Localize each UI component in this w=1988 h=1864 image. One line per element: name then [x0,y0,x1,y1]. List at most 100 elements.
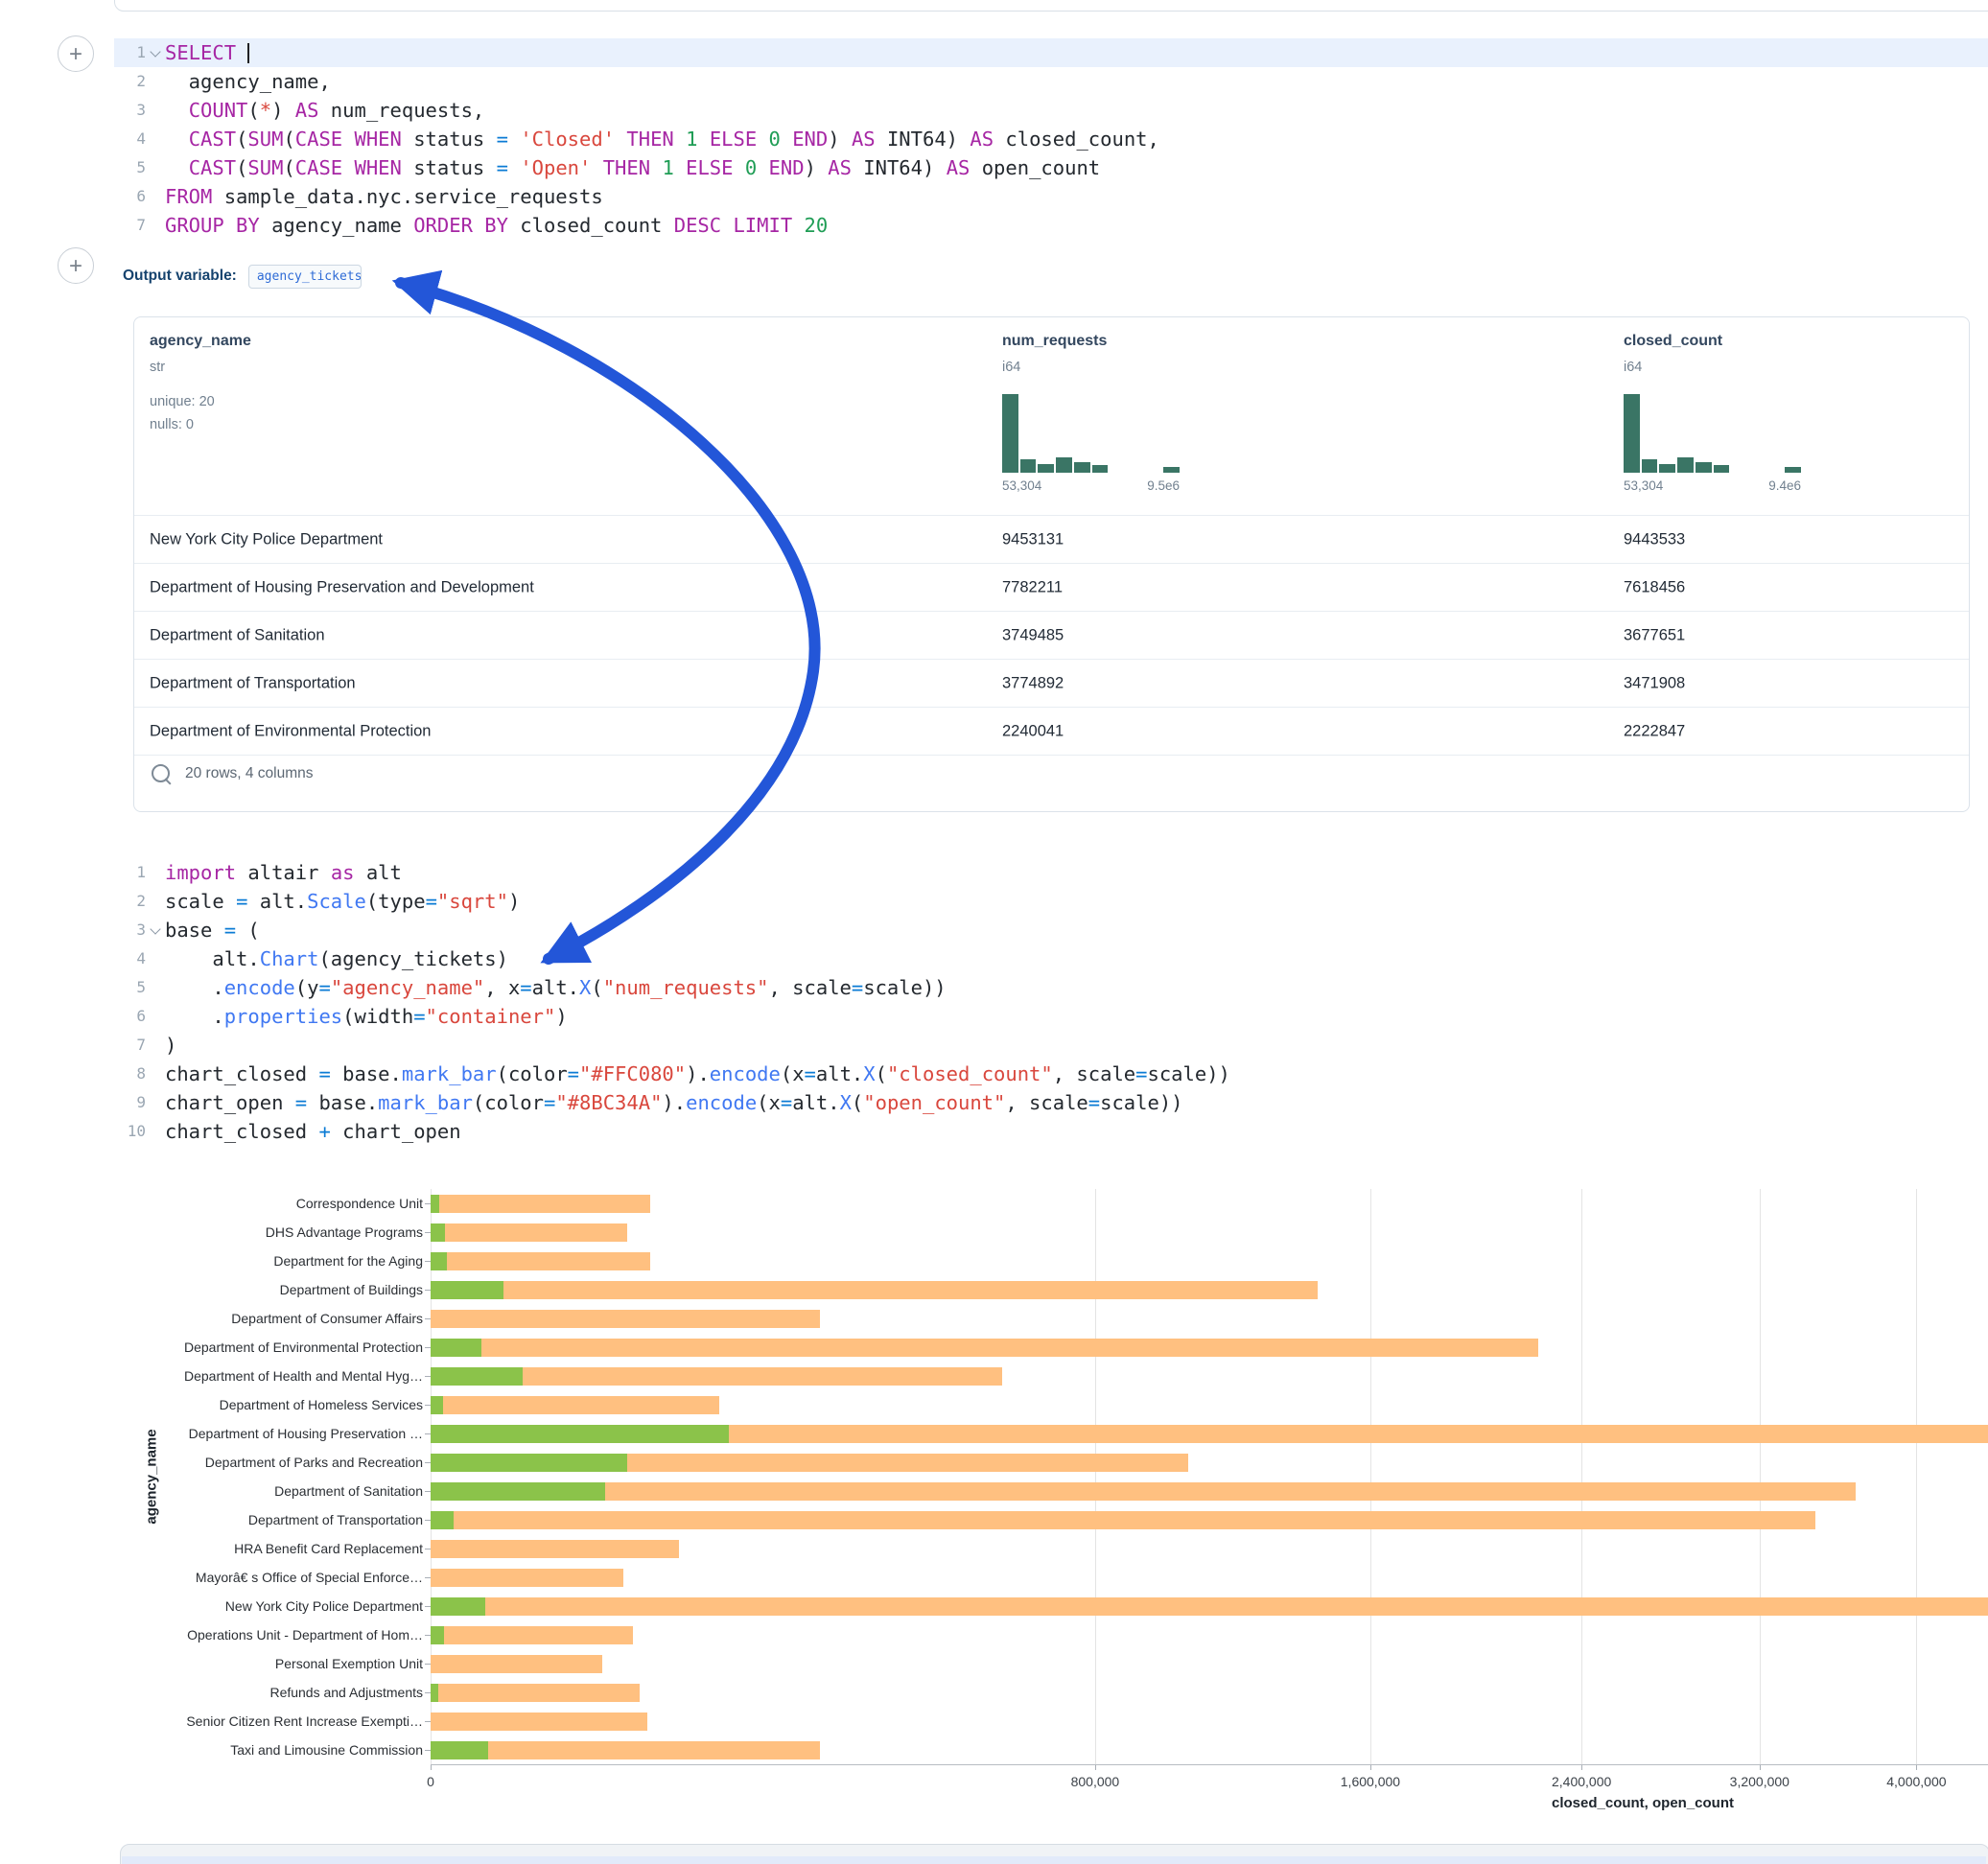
y-axis-category-label: Correspondence Unit [97,1196,423,1211]
bar-open-count [431,1626,444,1644]
bar-closed-count [431,1597,1988,1616]
y-axis-category-label: Refunds and Adjustments [97,1685,423,1700]
table-row[interactable]: New York City Police Department945313194… [134,515,1969,563]
code-text: CAST(SUM(CASE WHEN status = 'Closed' THE… [165,125,1159,153]
table-footer: 20 rows, 4 columns [152,764,314,782]
code-text: base = ( [165,916,260,944]
code-text: GROUP BY agency_name ORDER BY closed_cou… [165,211,828,240]
bar-open-count [431,1684,438,1702]
output-variable-row: Output variable: agency_tickets [123,261,362,291]
column-histogram [1002,394,1180,473]
text-cursor [247,43,249,63]
y-axis-category-label: Department for the Aging [97,1253,423,1269]
table-row[interactable]: Department of Sanitation 3749485 3677651 [134,611,1969,659]
code-line: 6FROM sample_data.nyc.service_requests [114,182,1988,211]
line-number: 9 [114,1088,146,1117]
bar-closed-count [431,1195,650,1213]
table-row[interactable]: Department of Housing Preservation and D… [134,563,1969,611]
output-variable-badge[interactable]: agency_tickets [248,265,362,289]
x-axis-tick-label: 3,200,000 [1730,1774,1789,1789]
code-line: 7) [114,1031,1988,1060]
line-number: 8 [114,1060,146,1088]
fold-gutter [146,182,165,211]
bar-open-count [431,1223,445,1242]
x-axis-title: closed_count, open_count [1552,1795,1734,1811]
code-line: 6 .properties(width="container") [114,1002,1988,1031]
table-cell: Department of Sanitation [150,626,325,644]
fold-chevron-icon[interactable] [146,916,165,944]
y-axis-category-label: Department of Environmental Protection [97,1340,423,1355]
fold-gutter [146,944,165,973]
fold-gutter [146,96,165,125]
y-axis-category-label: Personal Exemption Unit [97,1656,423,1671]
column-type: i64 [1002,360,1020,375]
y-axis-category-label: Department of Homeless Services [97,1397,423,1412]
line-number: 6 [114,1002,146,1031]
bar-closed-count [431,1626,633,1644]
code-line: 8chart_closed = base.mark_bar(color="#FF… [114,1060,1988,1088]
histogram-bar [1074,462,1090,473]
histogram-bar [1785,467,1801,473]
code-line: 5 CAST(SUM(CASE WHEN status = 'Open' THE… [114,153,1988,182]
table-footer-summary: 20 rows, 4 columns [185,765,314,782]
table-cell: 2240041 [1002,722,1064,740]
fold-gutter [146,125,165,153]
x-axis-tick-label: 2,400,000 [1552,1774,1611,1789]
chart-gridline [431,1189,432,1764]
chart-gridline [1760,1189,1761,1764]
histogram-bar [1002,394,1018,473]
output-variable-label: Output variable: [123,268,237,285]
y-axis-category-label: Department of Consumer Affairs [97,1311,423,1326]
table-cell: 3749485 [1002,626,1064,644]
table-cell: 3677651 [1624,626,1685,644]
table-row[interactable]: Department of Transportation377489234719… [134,659,1969,707]
table-body: New York City Police Department945313194… [134,515,1969,756]
code-line: 7GROUP BY agency_name ORDER BY closed_co… [114,211,1988,240]
bar-open-count [431,1511,454,1529]
column-histogram [1624,394,1801,473]
histogram-bar [1677,457,1694,473]
fold-gutter [146,153,165,182]
histogram-max-label: 9.5e6 [1147,478,1180,493]
x-axis-tick-label: 0 [427,1774,434,1789]
column-name: agency_name [150,333,251,350]
code-line: 9 chart_open = base.mark_bar(color="#8BC3… [114,1088,1988,1117]
code-line: 4 CAST(SUM(CASE WHEN status = 'Closed' T… [114,125,1988,153]
column-type: i64 [1624,360,1642,375]
x-axis-tick-label: 1,600,000 [1341,1774,1400,1789]
table-cell: 7618456 [1624,578,1685,596]
column-stat-unique: unique: 20 [150,394,215,409]
histogram-bar [1642,459,1658,473]
table-row[interactable]: Department of Environmental Protection22… [134,707,1969,755]
fold-gutter [146,1117,165,1146]
line-number: 3 [114,916,146,944]
chart-gridline [1581,1189,1582,1764]
y-axis-category-label: HRA Benefit Card Replacement [97,1541,423,1556]
code-text: CAST(SUM(CASE WHEN status = 'Open' THEN … [165,153,1100,182]
line-number: 2 [114,67,146,96]
add-cell-button-top[interactable]: + [58,35,94,72]
bar-closed-count [431,1339,1538,1357]
code-line: 3 base = ( [114,916,1988,944]
histogram-bar [1696,462,1712,473]
line-number: 4 [114,944,146,973]
bar-closed-count [431,1741,820,1759]
y-axis-category-label: New York City Police Department [97,1598,423,1614]
fold-chevron-icon[interactable] [146,38,165,67]
python-cell-editor[interactable]: 1import altair as alt2scale = alt.Scale(… [114,858,1988,1146]
notebook-canvas: + + 1SELECT 2 agency_name,3 COUNT(*) AS … [0,0,1988,1864]
table-cell: 3774892 [1002,674,1064,692]
search-icon[interactable] [152,764,170,782]
y-axis-category-label: DHS Advantage Programs [97,1224,423,1240]
bar-open-count [431,1597,485,1616]
add-cell-button-output[interactable]: + [58,247,94,284]
line-number: 3 [114,96,146,125]
column-type: str [150,360,165,375]
bar-open-count [431,1339,481,1357]
table-cell: 9443533 [1624,530,1685,548]
bar-closed-count [431,1569,623,1587]
sql-cell-editor[interactable]: 1SELECT 2 agency_name,3 COUNT(*) AS num_… [114,38,1988,240]
bar-open-count [431,1252,447,1270]
altair-bar-chart: 0800,0001,600,0002,400,0003,200,0004,000… [0,1189,1988,1822]
code-text: chart_open = base.mark_bar(color="#8BC34… [165,1088,1183,1117]
